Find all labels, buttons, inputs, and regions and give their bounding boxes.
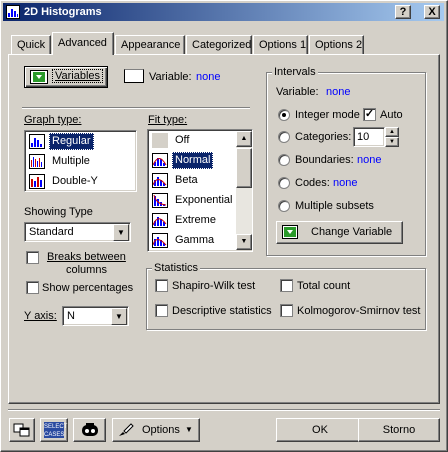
histogram-app-icon [6, 5, 20, 19]
graph-type-list[interactable]: Regular Multiple Double-Y [24, 130, 137, 192]
graph-type-item-regular[interactable]: Regular [27, 132, 135, 152]
variables-button[interactable]: Variables [24, 66, 108, 88]
variable-color-swatch [124, 69, 144, 83]
chevron-down-icon: ▼ [185, 425, 193, 434]
intervals-title: Intervals [272, 66, 318, 78]
scroll-up-icon[interactable]: ▲ [236, 131, 252, 147]
breaks-between-columns-checkbox[interactable] [26, 251, 39, 264]
breaks-label-line1: Breaks between [47, 251, 126, 263]
tab-options-1[interactable]: Options 1 [253, 35, 308, 54]
tab-advanced[interactable]: Advanced [52, 32, 114, 55]
auto-label: Auto [380, 109, 403, 121]
showing-type-select[interactable]: Standard ▼ [24, 222, 131, 242]
tab-quick[interactable]: Quick [11, 35, 51, 54]
intervals-variable-value: none [326, 86, 351, 98]
fit-type-item-normal[interactable]: Normal [150, 151, 236, 171]
fit-type-item-extreme[interactable]: Extreme [150, 211, 236, 231]
kolmogorov-smirnov-label: Kolmogorov-Smirnov test [297, 305, 421, 317]
off-icon [152, 133, 168, 148]
options-brush-icon [119, 423, 134, 436]
bottom-separator [8, 409, 440, 411]
shapiro-wilk-label: Shapiro-Wilk test [172, 280, 256, 292]
fit-type-item-off[interactable]: Off [150, 131, 236, 151]
boundaries-value: none [357, 154, 382, 166]
change-variable-button[interactable]: Change Variable [276, 221, 403, 244]
ok-button[interactable]: OK [276, 418, 364, 442]
graph-type-label: Graph type: [24, 114, 82, 126]
variable-value: none [196, 71, 221, 83]
title-bar[interactable]: 2D Histograms ? X [3, 3, 444, 21]
spin-up-icon[interactable]: ▲ [385, 127, 399, 137]
cancel-button[interactable]: Storno [358, 418, 440, 442]
graph-type-item-double-y[interactable]: Double-Y [27, 172, 135, 192]
weight-icon [82, 423, 98, 436]
multiple-subsets-radio[interactable] [278, 200, 290, 212]
fit-type-label: Fit type: [148, 114, 188, 126]
help-button[interactable]: ? [395, 5, 411, 19]
multiple-histogram-icon [29, 154, 45, 169]
statistics-title: Statistics [152, 262, 201, 274]
breaks-label-line2: columns [66, 264, 107, 276]
categories-radio[interactable] [278, 131, 290, 143]
multiple-subsets-label: Multiple subsets [295, 200, 374, 212]
extreme-fit-icon [152, 213, 168, 228]
total-count-label: Total count [297, 280, 351, 292]
chevron-down-icon[interactable]: ▼ [113, 224, 129, 241]
boundaries-label: Boundaries: [295, 154, 354, 166]
integer-mode-label: Integer mode [295, 109, 360, 121]
integer-mode-radio[interactable] [278, 109, 290, 121]
beta-fit-icon [152, 173, 168, 188]
double-y-histogram-icon [29, 174, 45, 189]
options-button[interactable]: Options ▼ [112, 418, 200, 442]
weight-button[interactable] [73, 418, 106, 442]
y-axis-select[interactable]: N ▼ [62, 306, 129, 326]
window-title: 2D Histograms [24, 6, 102, 18]
normal-fit-icon [152, 153, 168, 168]
fit-type-scrollbar[interactable]: ▲ ▼ [236, 131, 252, 250]
regular-histogram-icon [29, 134, 45, 149]
showing-type-label: Showing Type [24, 206, 93, 218]
show-percentages-checkbox[interactable] [26, 281, 39, 294]
variable-label: Variable: [149, 71, 192, 83]
exponential-fit-icon [152, 193, 168, 208]
codes-radio[interactable] [278, 177, 290, 189]
scroll-thumb[interactable] [236, 148, 252, 188]
select-cases-button[interactable]: SELECT CASES [40, 418, 68, 442]
boundaries-radio[interactable] [278, 154, 290, 166]
total-count-checkbox[interactable] [280, 279, 293, 292]
variables-icon [30, 70, 48, 84]
auto-checkbox[interactable]: ✓ [363, 108, 376, 121]
descriptive-statistics-label: Descriptive statistics [172, 305, 272, 317]
fit-type-item-beta[interactable]: Beta [150, 171, 236, 191]
fit-type-item-exponential[interactable]: Exponential [150, 191, 236, 211]
gamma-fit-icon [152, 233, 168, 248]
intervals-variable-label: Variable: [276, 86, 319, 98]
select-cases-icon: SELECT CASES [44, 422, 68, 438]
codes-label: Codes: [295, 177, 330, 189]
separator [22, 107, 250, 109]
window-layout-button[interactable] [9, 418, 35, 442]
shapiro-wilk-checkbox[interactable] [155, 279, 168, 292]
graph-type-item-multiple[interactable]: Multiple [27, 152, 135, 172]
tab-options-2[interactable]: Options 2 [309, 35, 364, 54]
codes-value: none [333, 177, 358, 189]
fit-type-list[interactable]: Off Normal Beta Exponential Extreme Gamm… [147, 129, 253, 252]
chevron-down-icon[interactable]: ▼ [111, 308, 127, 325]
fit-type-item-gamma[interactable]: Gamma [150, 231, 236, 251]
descriptive-statistics-checkbox[interactable] [155, 304, 168, 317]
scroll-down-icon[interactable]: ▼ [236, 234, 252, 250]
window-layout-icon [13, 423, 30, 437]
categories-spinner[interactable]: ▲ ▼ [385, 127, 399, 147]
spin-down-icon[interactable]: ▼ [385, 137, 399, 147]
categories-input[interactable]: 10 [353, 127, 385, 147]
show-percentages-label: Show percentages [42, 282, 134, 294]
change-variable-icon [282, 225, 298, 239]
tab-categorized[interactable]: Categorized [186, 35, 252, 54]
kolmogorov-smirnov-checkbox[interactable] [280, 304, 293, 317]
tab-appearance[interactable]: Appearance [115, 35, 185, 54]
close-button[interactable]: X [424, 5, 440, 19]
categories-label: Categories: [295, 131, 352, 143]
y-axis-label: Y axis: [24, 310, 57, 322]
statistics-group [146, 268, 426, 330]
